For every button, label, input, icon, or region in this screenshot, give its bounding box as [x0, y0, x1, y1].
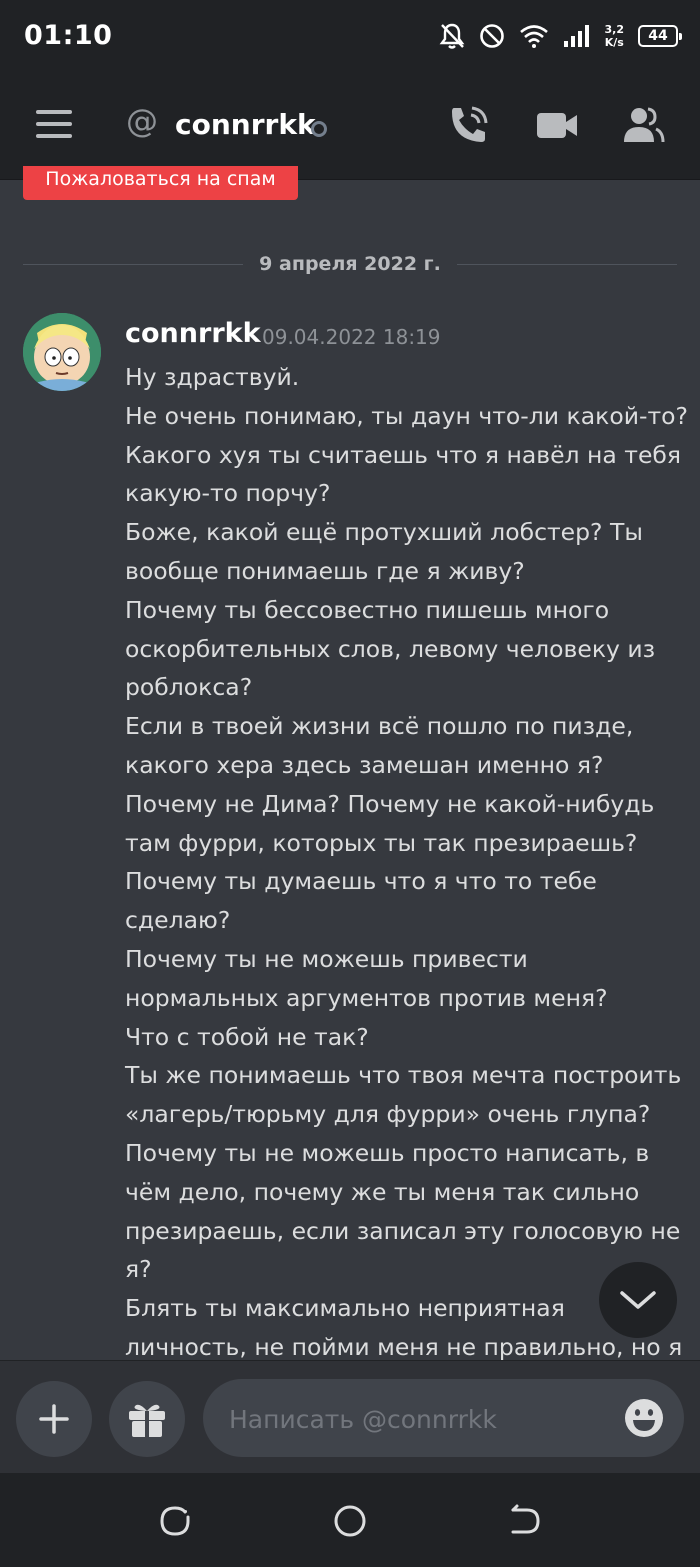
divider-line-right — [456, 263, 677, 265]
status-icons: 3,2 K/s 44 — [439, 18, 682, 54]
plus-icon — [39, 1404, 69, 1434]
message-line: Ну здраствуй. — [125, 363, 300, 391]
signal-icon — [563, 25, 589, 47]
report-spam-button[interactable]: Пожаловаться на спам — [23, 166, 298, 200]
message-line: оскорбительных слов, левому человеку из — [125, 634, 656, 663]
message-line: Почему ты думаешь что я что то тебе — [125, 867, 597, 896]
message-body: Ну здраствуй. Не очень понимаю, ты даун … — [125, 358, 688, 1367]
add-attachment-button[interactable] — [16, 1381, 92, 1457]
message-line: чём дело, почему же ты меня так сильно — [125, 1177, 640, 1206]
message-line: Почему не Дима? Почему не какой-нибудь — [125, 789, 655, 818]
date-divider-label: 9 апреля 2022 г. — [259, 253, 441, 275]
chevron-down-icon — [620, 1291, 656, 1309]
net-speed: 3,2 K/s — [605, 23, 625, 49]
message-line: нормальных аргументов против меня? — [125, 983, 608, 1012]
channel-header: @ connrrkk — [0, 72, 700, 180]
menu-icon[interactable] — [36, 110, 72, 140]
battery-icon: 44 — [638, 25, 682, 47]
message-line: Почему ты не можешь привести — [125, 944, 528, 973]
message-line: презираешь, если записал эту голосовую н… — [125, 1216, 681, 1245]
message-line: там фурри, которых ты так презираешь? — [125, 828, 638, 857]
battery-level: 44 — [648, 28, 668, 44]
call-icon[interactable] — [446, 102, 492, 148]
report-spam-label: Пожаловаться на спам — [45, 168, 276, 190]
gift-icon — [129, 1404, 165, 1437]
net-speed-value: 3,2 — [604, 23, 625, 36]
message-line: Ты же понимаешь что твоя мечта построить — [125, 1061, 682, 1090]
message-line: «лагерь/тюрьму для фурри» очень глупа? — [125, 1100, 651, 1129]
message-author[interactable]: connrrkk — [125, 318, 261, 349]
message-timestamp: 09.04.2022 18:19 — [262, 325, 441, 349]
divider-line-left — [23, 263, 244, 265]
message-line: вообще понимаешь где я живу? — [125, 556, 525, 585]
scroll-to-bottom-button[interactable] — [599, 1262, 677, 1338]
bell-off-icon — [439, 23, 464, 49]
system-navigation-bar — [0, 1473, 700, 1567]
message-line: роблокса? — [125, 673, 253, 702]
message-input[interactable] — [227, 1379, 611, 1459]
do-not-disturb-icon — [479, 24, 504, 48]
net-speed-unit: K/s — [604, 36, 624, 49]
message-line: Почему ты не можешь просто написать, в — [125, 1138, 650, 1167]
date-divider: 9 апреля 2022 г. — [23, 247, 677, 281]
message-line: какого хера здесь замешан именно я? — [125, 750, 604, 779]
message-input-wrapper — [203, 1379, 684, 1459]
channel-title[interactable]: connrrkk — [175, 108, 316, 141]
message-line: я? — [125, 1255, 152, 1284]
offline-status-indicator — [311, 121, 327, 137]
message-line: какую-то порчу? — [125, 479, 331, 508]
gift-button[interactable] — [109, 1381, 185, 1457]
message-line: Почему ты бессовестно пишешь много — [125, 595, 610, 624]
message-composer — [0, 1360, 700, 1473]
screen: 01:10 3,2 K/s 44 @ connrrkk Пожаловаться… — [0, 0, 700, 1567]
members-icon[interactable] — [620, 102, 666, 148]
status-bar: 01:10 3,2 K/s 44 — [0, 0, 700, 72]
message-line: Если в твоей жизни всё пошло по пизде, — [125, 712, 634, 741]
message-line: сделаю? — [125, 906, 231, 935]
status-time: 01:10 — [24, 20, 113, 51]
avatar-image — [23, 313, 101, 391]
avatar[interactable] — [23, 313, 101, 391]
video-icon[interactable] — [534, 102, 580, 148]
wifi-icon — [519, 25, 548, 48]
home-icon[interactable] — [332, 1503, 368, 1539]
message-line: Какого хуя ты считаешь что я навёл на те… — [125, 440, 682, 469]
at-icon: @ — [126, 102, 158, 140]
message-line: Что с тобой не так? — [125, 1022, 369, 1051]
back-icon[interactable] — [507, 1503, 543, 1539]
emoji-icon[interactable] — [624, 1398, 664, 1438]
message-line: Боже, какой ещё протухший лобстер? Ты — [125, 518, 643, 547]
recents-icon[interactable] — [157, 1503, 193, 1539]
message-line: Не очень понимаю, ты даун что-ли какой-т… — [125, 401, 688, 430]
